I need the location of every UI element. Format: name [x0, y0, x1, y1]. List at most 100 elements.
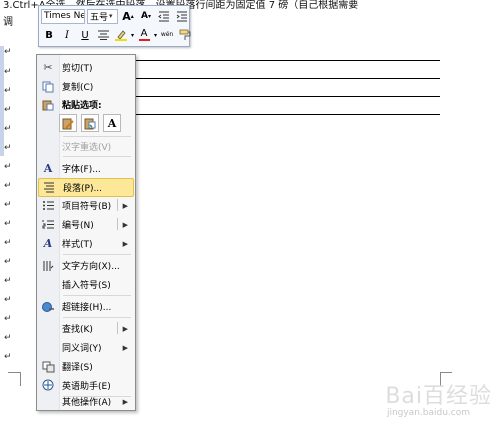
menu-item-more-actions[interactable]: 其他操作(A) ▶ — [38, 392, 134, 411]
blank-icon — [38, 393, 58, 410]
watermark-logo: Bai百经验 — [385, 384, 492, 409]
paragraph-mark-icon: ↵ — [4, 200, 12, 210]
menu-item-text-direction[interactable]: 文字方向(X)... — [38, 256, 134, 275]
menu-item-label: 粘贴选项: — [62, 101, 102, 111]
table-rule — [135, 96, 440, 97]
highlighter-icon — [115, 30, 127, 41]
styles-icon: A — [43, 237, 53, 250]
menu-item-label: 剪切(T) — [62, 64, 93, 74]
mini-toolbar: Times Ne ▾ 五号 ▾ A▴ A▾ B I U ▾ A — [38, 5, 193, 47]
chevron-down-icon: ▾ — [131, 31, 135, 39]
text-direction-icon — [38, 257, 58, 274]
decrease-indent-icon — [158, 11, 169, 21]
menu-separator — [63, 156, 131, 157]
menu-item-label: 字体(F)... — [62, 165, 101, 175]
submenu-arrow-icon: ▶ — [122, 397, 128, 406]
increase-indent-icon — [176, 11, 187, 21]
paste-text-only-icon: A — [107, 116, 117, 130]
menu-item-paste-options: 粘贴选项: — [38, 95, 134, 114]
paste-keep-formatting-button[interactable] — [59, 114, 77, 132]
submenu-arrow-icon: ▶ — [122, 201, 128, 210]
menu-item-cut[interactable]: ✂ 剪切(T) — [38, 58, 134, 77]
format-painter-button[interactable] — [177, 27, 193, 43]
split-divider — [117, 322, 118, 334]
table-rule — [135, 78, 440, 79]
blank-icon — [38, 320, 58, 337]
font-color-icon: A — [140, 28, 148, 39]
menu-item-label: 同义词(Y) — [62, 344, 102, 354]
paragraph-mark-icon: ↵ — [4, 257, 12, 267]
menu-item-find[interactable]: 查找(K) ▶ — [38, 319, 134, 338]
font-name-combo[interactable]: Times Ne ▾ — [41, 8, 85, 24]
phonetic-guide-button[interactable]: wén — [159, 27, 175, 43]
font-size-combo[interactable]: 五号 ▾ — [87, 8, 118, 24]
chevron-down-icon: ▾ — [154, 31, 158, 39]
scissors-icon: ✂ — [43, 61, 53, 74]
font-color-button[interactable]: A — [136, 27, 152, 43]
submenu-arrow-icon: ▶ — [122, 220, 128, 229]
menu-item-copy[interactable]: 复制(C) — [38, 77, 134, 96]
menu-item-bullets[interactable]: 项目符号(B) ▶ — [38, 196, 134, 215]
menu-item-insert-symbol[interactable]: 插入符号(S) — [38, 275, 134, 294]
paragraph-mark-icon: ↵ — [4, 219, 12, 229]
numbering-icon — [38, 216, 58, 233]
menu-separator — [63, 295, 131, 296]
menu-separator — [63, 254, 131, 255]
shrink-font-icon: A — [141, 11, 148, 21]
crop-mark — [8, 372, 20, 373]
mini-toolbar-row-2: B I U ▾ A ▾ wén — [41, 26, 193, 44]
menu-item-label: 汉字重选(V) — [62, 143, 112, 153]
menu-item-synonyms[interactable]: 同义词(Y) ▶ — [38, 338, 134, 357]
menu-item-label: 查找(K) — [62, 325, 93, 335]
underline-button[interactable]: U — [77, 27, 93, 43]
paste-merge-formatting-icon — [84, 118, 95, 129]
menu-item-reconvert: 汉字重选(V) — [38, 137, 134, 156]
menu-item-numbering[interactable]: 编号(N) ▶ — [38, 215, 134, 234]
grow-font-icon: A — [122, 9, 131, 23]
menu-item-hyperlink[interactable]: 超链接(H)... — [38, 297, 134, 316]
paragraph-mark-icon: ↵ — [4, 333, 12, 343]
paragraph-mark-icon: ↵ — [4, 143, 12, 153]
paragraph-mark-icon: ↵ — [4, 47, 12, 57]
paragraph-mark-icon: ↵ — [4, 181, 12, 191]
menu-item-label: 插入符号(S) — [62, 281, 111, 291]
paste-icon — [38, 96, 58, 113]
menu-item-label: 超链接(H)... — [62, 303, 112, 313]
menu-item-label: 英语助手(E) — [62, 382, 111, 392]
paragraph-mark-icon: ↵ — [4, 276, 12, 286]
paragraph-mark-icon: ↵ — [4, 295, 12, 305]
font-size-value: 五号 — [90, 12, 109, 23]
context-menu: ✂ 剪切(T) 复制(C) 粘贴选项: A 汉字重选(V) A 字体(F)... — [36, 54, 136, 411]
table-rule — [135, 60, 440, 61]
bold-button[interactable]: B — [41, 27, 57, 43]
center-align-button[interactable] — [95, 27, 111, 43]
shrink-font-button[interactable]: A ▾ — [138, 8, 154, 24]
paragraph-marks: ↵ ↵ ↵ ↵ ↵ ↵ ↵ ↵ ↵ ↵ ↵ ↵ ↵ ↵ ↵ ↵ ↵ — [0, 0, 40, 422]
highlight-button[interactable] — [113, 27, 129, 43]
increase-indent-button[interactable] — [174, 8, 190, 24]
menu-item-paragraph[interactable]: 段落(P)... — [38, 178, 134, 197]
paragraph-mark-icon: ↵ — [4, 67, 12, 77]
menu-item-styles[interactable]: A 样式(T) ▶ — [38, 234, 134, 253]
copy-icon — [38, 78, 58, 95]
paste-merge-formatting-button[interactable] — [81, 114, 99, 132]
menu-item-font[interactable]: A 字体(F)... — [38, 159, 134, 178]
decrease-indent-button[interactable] — [156, 8, 172, 24]
paragraph-mark-icon: ↵ — [4, 162, 12, 172]
paragraph-mark-icon: ↵ — [4, 86, 12, 96]
crop-mark — [440, 372, 452, 373]
hyperlink-icon — [38, 298, 58, 315]
table-rule — [135, 114, 440, 115]
menu-item-label: 段落(P)... — [63, 184, 103, 194]
italic-button[interactable]: I — [59, 27, 75, 43]
grow-font-button[interactable]: A ▴ — [120, 8, 136, 24]
chevron-down-icon: ▾ — [109, 12, 113, 20]
center-align-icon — [97, 30, 109, 40]
phonetic-guide-icon: wén — [160, 31, 174, 38]
paste-keep-formatting-icon — [62, 118, 74, 129]
menu-item-label: 翻译(S) — [62, 363, 93, 373]
menu-item-translate[interactable]: 翻译(S) — [38, 357, 134, 376]
paste-options-row: A — [59, 114, 121, 132]
watermark-url: jingyan.baidu.com — [386, 408, 470, 418]
paste-text-only-button[interactable]: A — [103, 114, 121, 132]
